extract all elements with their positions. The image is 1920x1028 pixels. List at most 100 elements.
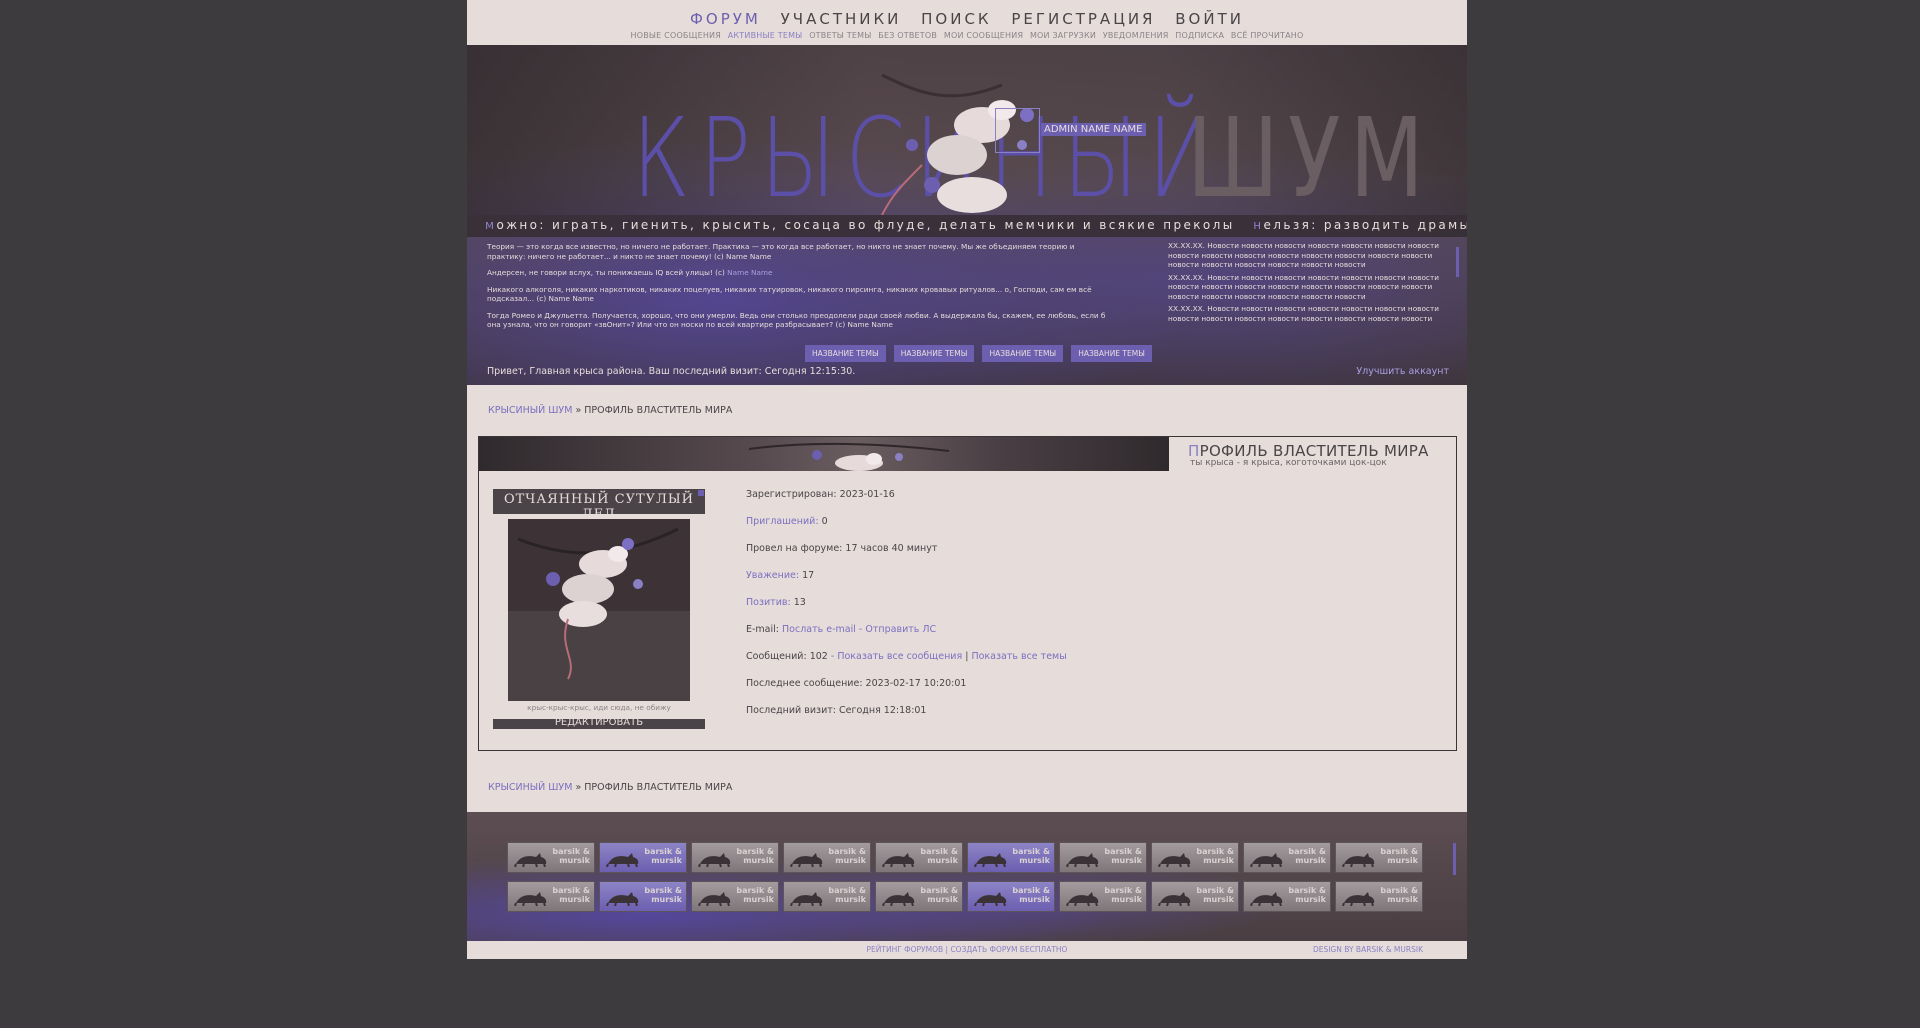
affiliate-banner[interactable]: barsik & mursik — [875, 881, 963, 912]
page-wrapper: ФОРУМ УЧАСТНИКИ ПОИСК РЕГИСТРАЦИЯ ВОЙТИ … — [467, 0, 1467, 959]
avatar — [508, 519, 690, 701]
affiliate-banner[interactable]: barsik & mursik — [507, 881, 595, 912]
stat-email: E-mail: Послать e-mail - Отправить ЛС — [746, 624, 1067, 651]
topic-button[interactable]: НАЗВАНИЕ ТЕМЫ — [805, 345, 886, 362]
cat-icon — [698, 853, 731, 867]
stat-registered: Зарегистрирован: 2023-01-16 — [746, 489, 1067, 516]
banner-text: barsik & mursik — [828, 847, 866, 865]
banner-exchange-band: barsik & mursik barsik & mursik barsik & murs… — [467, 812, 1467, 941]
banner-text-line: barsik & — [828, 886, 866, 895]
subnav-my-posts[interactable]: МОИ СООБЩЕНИЯ — [944, 31, 1023, 40]
stat-label: E-mail: — [746, 624, 779, 635]
breadcrumb-root-link[interactable]: КРЫСИНЫЙ ШУМ — [488, 782, 572, 793]
banner-text-line: mursik — [559, 856, 590, 865]
stat-positive: Позитив: 13 — [746, 597, 1067, 624]
stat-label: Провел на форуме: — [746, 543, 843, 554]
cat-icon — [1066, 892, 1099, 906]
nav-search[interactable]: ПОИСК — [921, 10, 991, 28]
affiliate-banner[interactable]: barsik & mursik — [1243, 842, 1331, 873]
nav-login[interactable]: ВОЙТИ — [1175, 10, 1244, 28]
affiliate-banner[interactable]: barsik & mursik — [967, 881, 1055, 912]
show-all-topics-link[interactable]: Показать все темы — [971, 651, 1066, 662]
show-all-posts-link[interactable]: Показать все сообщения — [837, 651, 962, 662]
affiliate-banner[interactable]: barsik & mursik — [783, 881, 871, 912]
subnav-replies[interactable]: ОТВЕТЫ ТЕМЫ — [809, 31, 871, 40]
banner-text: barsik & mursik — [1288, 886, 1326, 904]
affiliate-banner[interactable]: barsik & mursik — [691, 842, 779, 873]
edit-profile-button[interactable]: РЕДАКТИРОВАТЬ — [493, 717, 705, 728]
rules-can-initial: м — [485, 218, 497, 232]
affiliate-banner[interactable]: barsik & mursik — [599, 842, 687, 873]
subnav-notifications[interactable]: УВЕДОМЛЕНИЯ — [1103, 31, 1169, 40]
affiliate-banner[interactable]: barsik & mursik — [1243, 881, 1331, 912]
stat-value: 17 часов 40 минут — [845, 543, 938, 554]
banner-scrollbar[interactable] — [1453, 843, 1456, 875]
quote-item: Никакого алкоголя, никаких наркотиков, н… — [487, 285, 1112, 304]
user-card: ОТЧАЯННЫЙ СУТУЛЫЙ ДЕД — [493, 489, 705, 729]
stat-value: 2023-02-17 10:20:01 — [865, 678, 967, 689]
nav-register[interactable]: РЕГИСТРАЦИЯ — [1011, 10, 1155, 28]
affiliate-banner[interactable]: barsik & mursik — [1151, 842, 1239, 873]
affiliate-banner[interactable]: barsik & mursik — [691, 881, 779, 912]
news-scrollbar[interactable] — [1456, 247, 1459, 277]
quotes-block: Теория — это когда все известно, но ниче… — [487, 242, 1112, 337]
send-email-link[interactable]: Послать e-mail — [782, 624, 856, 635]
subnav-unanswered[interactable]: БЕЗ ОТВЕТОВ — [878, 31, 937, 40]
banner-text-line: barsik & — [552, 847, 590, 856]
affiliate-banner[interactable]: barsik & mursik — [599, 881, 687, 912]
topic-button[interactable]: НАЗВАНИЕ ТЕМЫ — [1071, 345, 1152, 362]
news-block: XX.XX.XX. Новости новости новости новост… — [1168, 241, 1453, 325]
admin-name-badge[interactable]: ADMIN NAME NAME — [1041, 123, 1146, 136]
admin-avatar-frame — [995, 108, 1040, 153]
cat-icon — [974, 853, 1007, 867]
banner-text: barsik & mursik — [1012, 847, 1050, 865]
upgrade-account-link[interactable]: Улучшить аккаунт — [1356, 366, 1449, 377]
nav-forum[interactable]: ФОРУМ — [690, 10, 761, 28]
cat-icon — [1342, 892, 1375, 906]
banner-text-line: mursik — [743, 856, 774, 865]
nav-members[interactable]: УЧАСТНИКИ — [781, 10, 902, 28]
banner-text-line: barsik & — [920, 847, 958, 856]
subnav-my-uploads[interactable]: МОИ ЗАГРУЗКИ — [1030, 31, 1096, 40]
subnav-new-posts[interactable]: НОВЫЕ СООБЩЕНИЯ — [631, 31, 722, 40]
cat-icon — [1342, 853, 1375, 867]
stat-label: Зарегистрирован: — [746, 489, 837, 500]
news-item: XX.XX.XX. Новости новости новости новост… — [1168, 304, 1439, 325]
send-pm-link[interactable]: Отправить ЛС — [865, 624, 936, 635]
topic-button[interactable]: НАЗВАНИЕ ТЕМЫ — [982, 345, 1064, 362]
affiliate-banner[interactable]: barsik & mursik — [1335, 881, 1423, 912]
banner-text-line: barsik & — [1288, 847, 1326, 856]
respect-link[interactable]: Уважение: — [746, 570, 799, 581]
affiliate-banner[interactable]: barsik & mursik — [507, 842, 595, 873]
banner-text: barsik & mursik — [920, 886, 958, 904]
breadcrumb-root-link[interactable]: КРЫСИНЫЙ ШУМ — [488, 405, 572, 416]
footer-credit[interactable]: DESIGN BY BARSIK & MURSIK — [1313, 945, 1423, 954]
banner-text-line: barsik & — [1196, 847, 1234, 856]
banner-text-line: mursik — [559, 895, 590, 904]
subnav-active-topics[interactable]: АКТИВНЫЕ ТЕМЫ — [728, 31, 803, 40]
quote-author[interactable]: Name Name — [727, 268, 772, 277]
main-nav: ФОРУМ УЧАСТНИКИ ПОИСК РЕГИСТРАЦИЯ ВОЙТИ — [467, 10, 1467, 28]
affiliate-banner[interactable]: barsik & mursik — [1059, 842, 1147, 873]
positive-link[interactable]: Позитив: — [746, 597, 791, 608]
stat-invites: Приглашений: 0 — [746, 516, 1067, 543]
affiliate-banner[interactable]: barsik & mursik — [783, 842, 871, 873]
banner-text-line: barsik & — [1104, 886, 1142, 895]
subnav-mark-read[interactable]: ВСЁ ПРОЧИТАНО — [1231, 31, 1304, 40]
affiliate-banner[interactable]: barsik & mursik — [1151, 881, 1239, 912]
topic-button[interactable]: НАЗВАНИЕ ТЕМЫ — [893, 345, 975, 362]
subnav-subscription[interactable]: ПОДПИСКА — [1175, 31, 1224, 40]
stat-value: 17 — [802, 570, 815, 581]
affiliate-banner[interactable]: barsik & mursik — [1059, 881, 1147, 912]
invites-link[interactable]: Приглашений: — [746, 516, 819, 527]
affiliate-banner[interactable]: barsik & mursik — [1335, 842, 1423, 873]
banner-text-line: mursik — [835, 856, 866, 865]
rules-cannot: ельзя: разводить драмы — [1263, 218, 1467, 232]
cat-icon — [606, 853, 639, 867]
rules-cannot-initial: н — [1253, 218, 1264, 232]
banner-text: barsik & mursik — [1288, 847, 1326, 865]
affiliate-banner[interactable]: barsik & mursik — [875, 842, 963, 873]
quote-text: Тогда Ромео и Джульетта. Получается, хор… — [487, 310, 1106, 330]
cat-icon — [606, 892, 639, 906]
affiliate-banner[interactable]: barsik & mursik — [967, 842, 1055, 873]
